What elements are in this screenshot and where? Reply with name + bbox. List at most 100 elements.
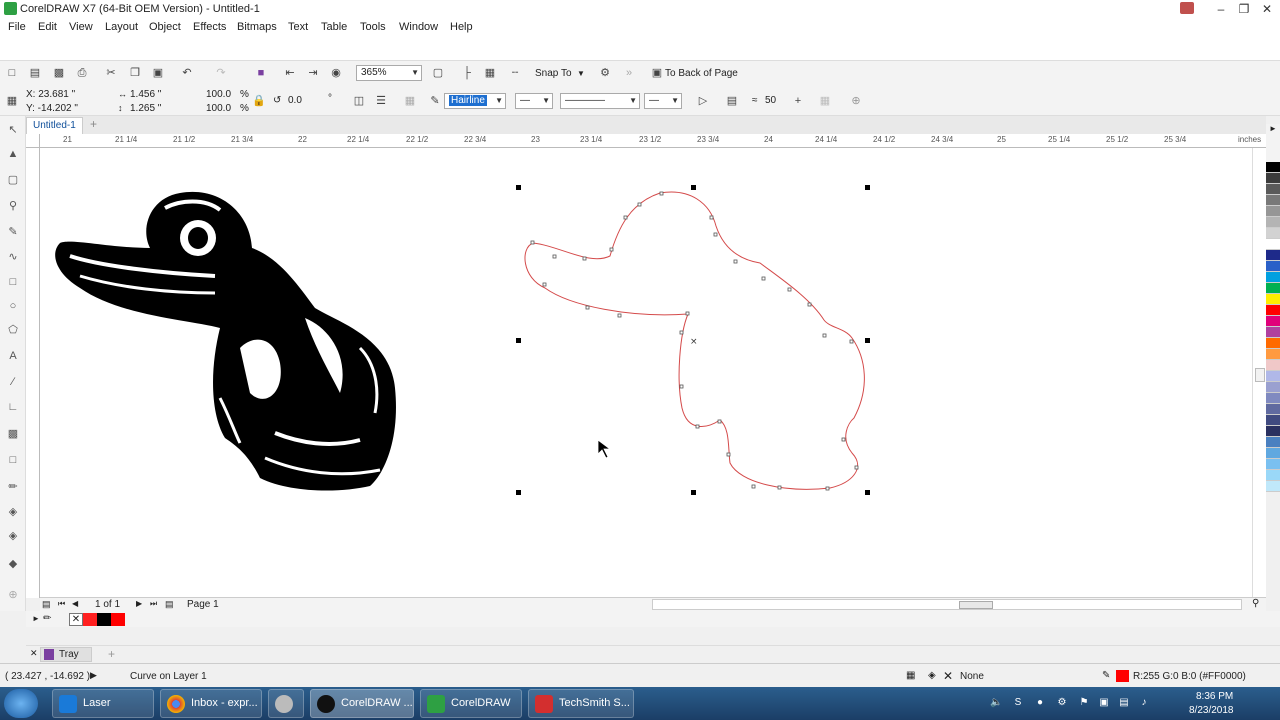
close-curve-icon[interactable]: ▷ xyxy=(696,95,710,107)
prev-page-icon[interactable]: ◀ xyxy=(72,599,78,608)
palette-swatch[interactable] xyxy=(1266,173,1280,184)
undo-icon[interactable]: ↶ xyxy=(180,67,194,79)
mirror-horizontal-icon[interactable]: ◫ xyxy=(352,95,366,107)
tray-app-icon[interactable]: ● xyxy=(1034,697,1046,709)
scale-x-field[interactable]: 100.0 xyxy=(206,89,231,100)
menu-table[interactable]: Table xyxy=(321,21,347,33)
ruler-origin[interactable] xyxy=(26,134,40,148)
no-color-swatch[interactable]: ✕ xyxy=(69,613,83,626)
end-arrowhead-dropdown[interactable]: — ▼ xyxy=(644,93,682,109)
scroll-thumb[interactable] xyxy=(959,601,993,609)
palette-arrow-icon[interactable]: ► xyxy=(1269,124,1277,133)
restore-button[interactable]: ❐ xyxy=(1233,1,1255,17)
palette-swatch[interactable] xyxy=(1266,305,1280,316)
palette-swatch[interactable] xyxy=(1266,459,1280,470)
shape-tool-icon[interactable]: ▲ xyxy=(6,148,20,160)
speaker-icon[interactable]: ♪ xyxy=(1138,697,1150,709)
transparency-tool-icon[interactable]: □ xyxy=(6,454,20,466)
monitor-icon[interactable]: ▣ xyxy=(1098,697,1110,709)
palette-swatch[interactable] xyxy=(1266,360,1280,371)
palette-swatch[interactable] xyxy=(1266,195,1280,206)
palette-swatch[interactable] xyxy=(1266,239,1280,250)
parallel-dimension-icon[interactable]: ∕ xyxy=(6,376,20,388)
vertical-scrollbar[interactable] xyxy=(1252,148,1266,598)
rotation-angle-field[interactable]: 0.0 xyxy=(288,95,302,106)
palette-swatch[interactable] xyxy=(1266,415,1280,426)
text-wrap-icon[interactable]: ▤ xyxy=(725,95,739,107)
palette-swatch[interactable] xyxy=(1266,393,1280,404)
import-icon[interactable]: ⇤ xyxy=(283,67,297,79)
new-document-icon[interactable]: □ xyxy=(5,67,19,79)
menu-layout[interactable]: Layout xyxy=(105,21,138,33)
object-origin-icon[interactable]: ▦ xyxy=(5,95,19,107)
interactive-fill-icon[interactable]: ◈ xyxy=(6,506,20,518)
palette-swatch[interactable] xyxy=(1266,206,1280,217)
first-page-icon[interactable]: ⏮ xyxy=(58,599,65,609)
palette-swatch[interactable] xyxy=(1266,250,1280,261)
quick-customize-icon[interactable]: ⊕ xyxy=(849,95,863,107)
snap-to-dropdown[interactable]: Snap To xyxy=(535,68,572,79)
gear-icon[interactable]: ⚙ xyxy=(1056,697,1068,709)
taskbar-item-techsmith[interactable]: TechSmith S... xyxy=(528,689,634,718)
text-tool-icon[interactable]: A xyxy=(6,350,20,362)
pick-tool-icon[interactable]: ↖ xyxy=(6,124,20,136)
paste-icon[interactable]: ▣ xyxy=(151,67,165,79)
smart-fill-icon[interactable]: ◈ xyxy=(6,530,20,542)
outline-pen-icon[interactable]: ✎ xyxy=(1102,670,1110,681)
red-swatch[interactable] xyxy=(111,613,125,626)
palette-swatch[interactable] xyxy=(1266,261,1280,272)
black-swatch[interactable] xyxy=(97,613,111,626)
search-content-icon[interactable]: ■ xyxy=(254,67,268,79)
menu-window[interactable]: Window xyxy=(399,21,438,33)
x-position-field[interactable]: X: 23.681 " xyxy=(26,89,75,100)
menu-text[interactable]: Text xyxy=(288,21,308,33)
menu-tools[interactable]: Tools xyxy=(360,21,386,33)
redo-icon[interactable]: ↷ xyxy=(214,67,228,79)
palette-swatch[interactable] xyxy=(1266,470,1280,481)
new-tab-icon[interactable]: + xyxy=(90,117,97,131)
tab-untitled-1[interactable]: Untitled-1 xyxy=(26,117,83,134)
to-back-icon[interactable]: ▣ xyxy=(650,67,664,79)
options-icon[interactable]: ⚙ xyxy=(598,67,612,79)
palette-swatch[interactable] xyxy=(1266,448,1280,459)
height-field[interactable]: 1.265 " xyxy=(130,103,161,114)
palette-swatch[interactable] xyxy=(1266,217,1280,228)
palette-swatch[interactable] xyxy=(1266,327,1280,338)
add-tray-icon[interactable]: + xyxy=(108,647,115,661)
zoom-navigator-icon[interactable]: ⚲ xyxy=(1252,598,1259,609)
drop-shadow-icon[interactable]: ▩ xyxy=(6,428,20,440)
clock-date[interactable]: 8/23/2018 xyxy=(1189,705,1234,716)
palette-swatch[interactable] xyxy=(1266,426,1280,437)
rectangle-tool-icon[interactable]: □ xyxy=(6,276,20,288)
menu-edit[interactable]: Edit xyxy=(38,21,57,33)
palette-swatch[interactable] xyxy=(1266,437,1280,448)
more-icon[interactable]: » xyxy=(622,67,636,79)
palette-swatch[interactable] xyxy=(1266,162,1280,173)
artistic-media-icon[interactable]: ∿ xyxy=(6,251,20,263)
palette-swatch[interactable] xyxy=(1266,184,1280,195)
eyedropper-icon[interactable]: ✏ xyxy=(43,613,51,624)
show-guidelines-icon[interactable]: ╌ xyxy=(508,67,522,79)
next-page-icon[interactable]: ▶ xyxy=(136,599,142,608)
palette-swatch[interactable] xyxy=(1266,338,1280,349)
tray-close-icon[interactable]: ✕ xyxy=(30,648,38,659)
clock-time[interactable]: 8:36 PM xyxy=(1196,691,1233,702)
show-grid-icon[interactable]: ▦ xyxy=(483,67,497,79)
combine-icon[interactable]: ▦ xyxy=(403,95,417,107)
fill-settings-icon[interactable]: ▦ xyxy=(906,670,915,681)
copy-icon[interactable]: ❐ xyxy=(128,67,142,79)
zoom-tool-icon[interactable]: ⚲ xyxy=(6,200,20,212)
print-icon[interactable]: ⎙ xyxy=(75,67,89,79)
mirror-vertical-icon[interactable]: ☰ xyxy=(374,95,388,107)
break-apart-icon[interactable]: ▦ xyxy=(818,95,832,107)
palette-swatch[interactable] xyxy=(1266,316,1280,327)
start-arrowhead-dropdown[interactable]: — ▼ xyxy=(515,93,553,109)
add-tool-icon[interactable]: ⊕ xyxy=(6,589,20,601)
menu-file[interactable]: File xyxy=(8,21,26,33)
taskbar-item-inbox[interactable]: Inbox - expr... xyxy=(160,689,262,718)
user-icon[interactable] xyxy=(1180,2,1194,14)
y-position-field[interactable]: Y: -14.202 " xyxy=(26,103,78,114)
minimize-button[interactable]: – xyxy=(1210,1,1232,17)
open-icon[interactable]: ▤ xyxy=(28,67,42,79)
taskbar-item-laser[interactable]: Laser Engravi... xyxy=(52,689,154,718)
